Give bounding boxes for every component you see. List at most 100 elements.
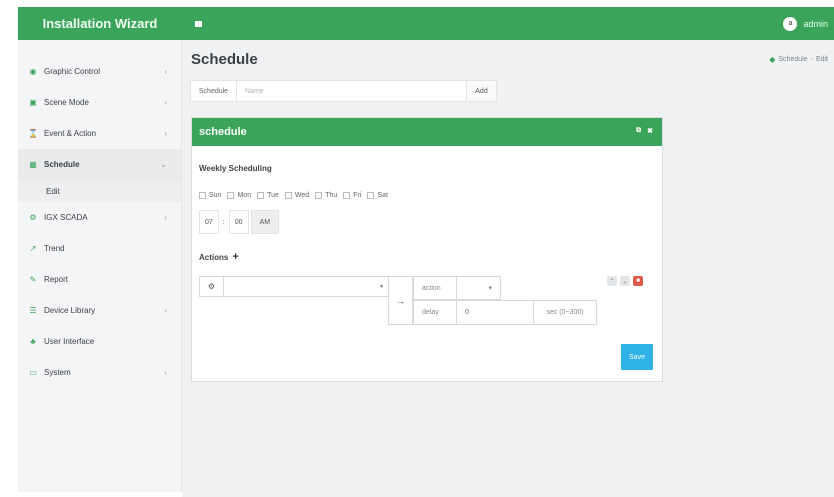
chevron-left-icon: ‹: [164, 306, 167, 315]
day-label: Sat: [377, 192, 388, 199]
user-name: admin: [803, 18, 828, 29]
sidebar-subitem-edit[interactable]: Edit: [18, 180, 181, 202]
sidebar-item-user-interface[interactable]: ♣ User Interface: [18, 326, 181, 357]
sidebar-item-label: System: [44, 368, 71, 377]
day-wed[interactable]: Wed: [284, 192, 310, 199]
breadcrumb: ◆ Schedule - Edit: [769, 55, 828, 64]
image-icon: ▣: [29, 98, 37, 107]
chevron-left-icon: ‹: [164, 368, 167, 377]
sidebar-item-device-library[interactable]: ☰ Device Library ‹: [18, 295, 181, 326]
sidebar-item-label: Device Library: [44, 306, 96, 315]
caret-down-icon: ▾: [379, 284, 383, 290]
day-thu[interactable]: Thu: [315, 192, 337, 199]
top-bar: Installation Wizard a admin: [18, 7, 834, 40]
action-select[interactable]: action ▾: [413, 276, 501, 300]
day-tue[interactable]: Tue: [257, 192, 279, 199]
sidebar-item-system[interactable]: ▭ System ‹: [18, 357, 181, 388]
checkbox[interactable]: [367, 192, 375, 199]
sidebar-item-schedule[interactable]: ▦ Schedule ⌄: [18, 149, 181, 180]
panel-tools: ⧉ ✖: [636, 127, 653, 135]
save-button[interactable]: Save: [621, 344, 653, 370]
brand-title[interactable]: Installation Wizard: [18, 7, 182, 40]
day-label: Tue: [267, 192, 279, 199]
sidebar-item-label: Report: [44, 275, 69, 284]
sidebar-item-trend[interactable]: ↗ Trend: [18, 233, 181, 264]
line-chart-icon: ↗: [29, 244, 37, 253]
minute-input[interactable]: 00: [228, 210, 249, 234]
day-label: Wed: [294, 192, 310, 199]
menu-toggle-button[interactable]: [188, 7, 208, 40]
gear-icon: ⚙: [29, 213, 37, 222]
schedule-panel: schedule ⧉ ✖ Weekly Scheduling Sun Mon T…: [191, 117, 663, 382]
panel-header: schedule ⧉ ✖: [192, 118, 662, 146]
checkbox[interactable]: [315, 192, 323, 199]
add-action-icon[interactable]: +: [232, 251, 238, 263]
schedule-name-bar: Schedule Add: [190, 80, 497, 102]
day-label: Fri: [353, 192, 362, 199]
list-icon: ☰: [29, 306, 37, 315]
sidebar-item-igx-scada[interactable]: ⚙ IGX SCADA ‹: [18, 202, 181, 233]
move-up-icon[interactable]: ⌃: [607, 276, 617, 286]
ampm-toggle[interactable]: AM: [250, 210, 280, 234]
day-label: Sun: [209, 192, 222, 199]
sidebar-item-event-action[interactable]: ⌛ Event & Action ‹: [18, 118, 181, 149]
pencil-icon: ✎: [29, 275, 37, 284]
sidebar-item-label: User Interface: [44, 337, 95, 346]
close-icon[interactable]: ✖: [647, 127, 653, 135]
page-title: Schedule: [191, 51, 258, 68]
day-mon[interactable]: Mon: [227, 192, 251, 199]
sidebar-item-label: Schedule: [44, 160, 80, 169]
day-sun[interactable]: Sun: [199, 192, 221, 199]
checkbox[interactable]: [284, 192, 292, 199]
sidebar-item-report[interactable]: ✎ Report: [18, 264, 181, 295]
day-sat[interactable]: Sat: [367, 192, 388, 199]
gear-icon: ⚙: [200, 277, 224, 296]
hourglass-icon: ⌛: [28, 129, 38, 138]
chevron-left-icon: ‹: [164, 213, 167, 222]
action-row: ⚙ ▾ → action ▾ delay 0 sec (0~300) ⌃ ⌄ ■: [199, 274, 653, 326]
day-fri[interactable]: Fri: [343, 192, 361, 199]
time-picker: 07 : 00 AM: [199, 210, 280, 234]
time-separator: :: [222, 218, 225, 226]
checkbox[interactable]: [257, 192, 265, 199]
hamburger-icon: [194, 20, 202, 27]
device-select[interactable]: ⚙ ▾: [199, 276, 389, 297]
move-down-icon[interactable]: ⌄: [620, 276, 630, 286]
actions-title: Actions +: [199, 251, 239, 263]
delay-label: delay: [422, 309, 439, 316]
breadcrumb-schedule-link[interactable]: Schedule: [778, 56, 807, 63]
sidebar-item-graphic-control[interactable]: ◉ Graphic Control ‹: [18, 56, 181, 87]
chevron-left-icon: ‹: [164, 129, 167, 138]
expand-icon[interactable]: ⧉: [636, 127, 641, 135]
action-dropdown[interactable]: ▾: [456, 277, 500, 299]
main-content: Schedule ◆ Schedule - Edit Schedule Add …: [182, 40, 834, 497]
sidebar-item-label: IGX SCADA: [44, 213, 88, 222]
row-tools: ⌃ ⌄ ■: [607, 276, 643, 286]
checkbox[interactable]: [199, 192, 206, 199]
sidebar: ◉ Graphic Control ‹ ▣ Scene Mode ‹ ⌛ Eve…: [18, 40, 182, 492]
monitor-icon: ▭: [29, 368, 37, 377]
checkbox[interactable]: [343, 192, 351, 199]
user-menu[interactable]: a admin: [783, 16, 834, 31]
weekly-scheduling-title: Weekly Scheduling: [199, 164, 272, 173]
add-schedule-button[interactable]: Add: [466, 81, 496, 101]
sidebar-item-scene-mode[interactable]: ▣ Scene Mode ‹: [18, 87, 181, 118]
weekday-checkboxes: Sun Mon Tue Wed Thu Fri Sat: [199, 192, 388, 199]
checkbox[interactable]: [227, 192, 235, 199]
schedule-name-input[interactable]: [237, 81, 466, 101]
delete-icon[interactable]: ■: [633, 276, 643, 286]
schedule-label: Schedule: [191, 81, 237, 101]
avatar: a: [783, 16, 798, 31]
delay-field: delay 0 sec (0~300): [413, 300, 597, 325]
tag-icon: ◆: [769, 55, 776, 64]
breadcrumb-separator: -: [810, 56, 813, 63]
calendar-icon: ▦: [29, 160, 37, 169]
sidebar-item-label: Event & Action: [44, 129, 97, 138]
sidebar-item-label: Edit: [46, 186, 60, 196]
panel-title: schedule: [199, 126, 247, 138]
delay-input[interactable]: 0: [456, 301, 534, 324]
sidebar-item-label: Scene Mode: [44, 98, 89, 107]
chevron-left-icon: ‹: [164, 98, 167, 107]
hour-input[interactable]: 07: [199, 210, 219, 234]
delay-unit: sec (0~300): [546, 309, 584, 316]
